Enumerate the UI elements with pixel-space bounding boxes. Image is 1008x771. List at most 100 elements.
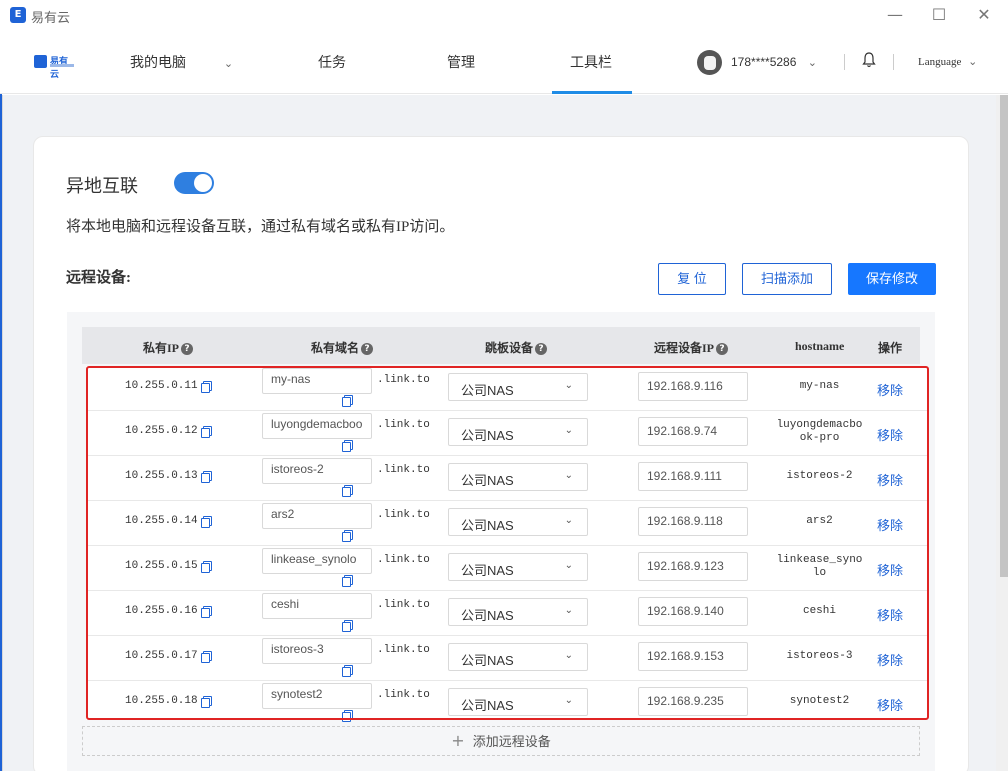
user-phone: 178****5286 xyxy=(731,55,797,69)
jump-device-select[interactable]: 公司NAS ⌄ xyxy=(448,418,588,446)
remote-ip-input[interactable]: 192.168.9.235 xyxy=(638,687,748,716)
private-ip: 10.255.0.18 xyxy=(125,695,198,707)
close-button[interactable]: ✕ xyxy=(969,2,999,28)
chevron-down-icon: ⌄ xyxy=(564,560,573,571)
scrollbar-thumb[interactable] xyxy=(1000,95,1008,577)
header-actions: 操作 xyxy=(878,341,903,355)
remote-ip-input[interactable]: 192.168.9.123 xyxy=(638,552,748,581)
header-jump-device: 跳板设备? xyxy=(485,339,548,356)
jump-device-select[interactable]: 公司NAS ⌄ xyxy=(448,508,588,536)
copy-icon[interactable] xyxy=(201,561,212,573)
language-selector[interactable]: Language ⌄ xyxy=(918,55,977,68)
copy-icon[interactable] xyxy=(342,440,353,452)
domain-suffix: .link.to xyxy=(377,464,430,476)
remote-ip-input[interactable]: 192.168.9.118 xyxy=(638,507,748,536)
jump-device-value: 公司NAS xyxy=(461,608,514,623)
language-label: Language xyxy=(918,56,962,68)
private-domain-input[interactable]: ceshi xyxy=(262,593,372,619)
copy-icon[interactable] xyxy=(201,651,212,663)
copy-icon[interactable] xyxy=(201,426,212,438)
jump-device-value: 公司NAS xyxy=(461,473,514,488)
copy-icon[interactable] xyxy=(342,485,353,497)
jump-device-select[interactable]: 公司NAS ⌄ xyxy=(448,598,588,626)
nav-tasks[interactable]: 任务 xyxy=(318,52,346,72)
jump-device-select[interactable]: 公司NAS ⌄ xyxy=(448,373,588,401)
hostname: luyongdemacbo ok-pro xyxy=(776,419,863,444)
remote-ip-input[interactable]: 192.168.9.140 xyxy=(638,597,748,626)
help-icon[interactable]: ? xyxy=(716,343,729,355)
jump-device-select[interactable]: 公司NAS ⌄ xyxy=(448,643,588,671)
remove-link[interactable]: 移除 xyxy=(877,695,903,714)
private-domain-input[interactable]: my-nas xyxy=(262,368,372,394)
chevron-down-icon: ⌄ xyxy=(807,56,817,69)
header-remote-ip: 远程设备IP? xyxy=(654,339,729,356)
chevron-down-icon: ⌄ xyxy=(564,515,573,526)
chevron-down-icon: ⌄ xyxy=(564,470,573,481)
jump-device-select[interactable]: 公司NAS ⌄ xyxy=(448,553,588,581)
copy-icon[interactable] xyxy=(201,696,212,708)
scan-add-button[interactable]: 扫描添加 xyxy=(742,263,832,295)
chevron-down-icon: ⌄ xyxy=(968,55,978,68)
hostname: ars2 xyxy=(806,515,833,527)
copy-icon[interactable] xyxy=(342,710,353,722)
private-ip: 10.255.0.15 xyxy=(125,560,198,572)
title-bar: E 易有云 — ☐ ✕ xyxy=(0,0,1008,30)
remove-link[interactable]: 移除 xyxy=(877,560,903,579)
hostname: my-nas xyxy=(799,380,840,392)
private-domain-input[interactable]: ars2 xyxy=(262,503,372,529)
domain-suffix: .link.to xyxy=(377,419,430,431)
copy-icon[interactable] xyxy=(342,395,353,407)
private-domain-input[interactable]: istoreos-3 xyxy=(262,638,372,664)
user-account[interactable]: 178****5286 ⌄ xyxy=(731,55,817,69)
remove-link[interactable]: 移除 xyxy=(877,470,903,489)
remote-devices-label: 远程设备: xyxy=(66,270,131,286)
help-icon[interactable]: ? xyxy=(535,343,548,355)
copy-icon[interactable] xyxy=(201,606,212,618)
nav-manage[interactable]: 管理 xyxy=(447,52,475,72)
chevron-down-icon: ⌄ xyxy=(564,650,573,661)
copy-icon[interactable] xyxy=(342,575,353,587)
table-row: 10.255.0.18 synotest2 .link.to 公司NAS ⌄ 192.16… xyxy=(86,681,928,726)
hostname: ceshi xyxy=(802,605,836,617)
save-changes-button[interactable]: 保存修改 xyxy=(848,263,936,295)
minimize-button[interactable]: — xyxy=(880,2,910,28)
remote-interconnect-toggle[interactable] xyxy=(174,172,214,194)
copy-icon[interactable] xyxy=(342,530,353,542)
remove-link[interactable]: 移除 xyxy=(877,425,903,444)
remote-ip-input[interactable]: 192.168.9.111 xyxy=(638,462,748,491)
bell-icon[interactable] xyxy=(862,52,876,68)
domain-suffix: .link.to xyxy=(377,554,430,566)
private-domain-input[interactable]: istoreos-2 xyxy=(262,458,372,484)
jump-device-select[interactable]: 公司NAS ⌄ xyxy=(448,463,588,491)
remove-link[interactable]: 移除 xyxy=(877,605,903,624)
user-avatar[interactable] xyxy=(697,50,722,75)
remove-link[interactable]: 移除 xyxy=(877,515,903,534)
reset-button[interactable]: 复 位 xyxy=(658,263,726,295)
help-icon[interactable]: ? xyxy=(361,343,374,355)
maximize-button[interactable]: ☐ xyxy=(924,2,954,28)
copy-icon[interactable] xyxy=(201,381,212,393)
jump-device-select[interactable]: 公司NAS ⌄ xyxy=(448,688,588,716)
copy-icon[interactable] xyxy=(201,516,212,528)
logo-mark-icon xyxy=(34,55,47,68)
remote-ip-input[interactable]: 192.168.9.74 xyxy=(638,417,748,446)
private-ip: 10.255.0.11 xyxy=(125,380,198,392)
remove-link[interactable]: 移除 xyxy=(877,650,903,669)
private-domain-input[interactable]: linkease_synolo xyxy=(262,548,372,574)
add-remote-device-button[interactable]: + 添加远程设备 xyxy=(82,726,920,756)
private-ip: 10.255.0.16 xyxy=(125,605,198,617)
copy-icon[interactable] xyxy=(201,471,212,483)
brand-logo: 易有云 xyxy=(34,54,76,79)
nav-my-computer[interactable]: 我的电脑 ⌄ xyxy=(130,52,233,72)
private-domain-input[interactable]: synotest2 xyxy=(262,683,372,709)
private-domain-input[interactable]: luyongdemacboo xyxy=(262,413,372,439)
copy-icon[interactable] xyxy=(342,665,353,677)
copy-icon[interactable] xyxy=(342,620,353,632)
nav-toolbar[interactable]: 工具栏 xyxy=(570,52,612,72)
jump-device-value: 公司NAS xyxy=(461,383,514,398)
help-icon[interactable]: ? xyxy=(181,343,194,355)
remote-ip-input[interactable]: 192.168.9.153 xyxy=(638,642,748,671)
remote-ip-input[interactable]: 192.168.9.116 xyxy=(638,372,748,401)
remove-link[interactable]: 移除 xyxy=(877,380,903,399)
plus-icon: + xyxy=(451,731,465,750)
